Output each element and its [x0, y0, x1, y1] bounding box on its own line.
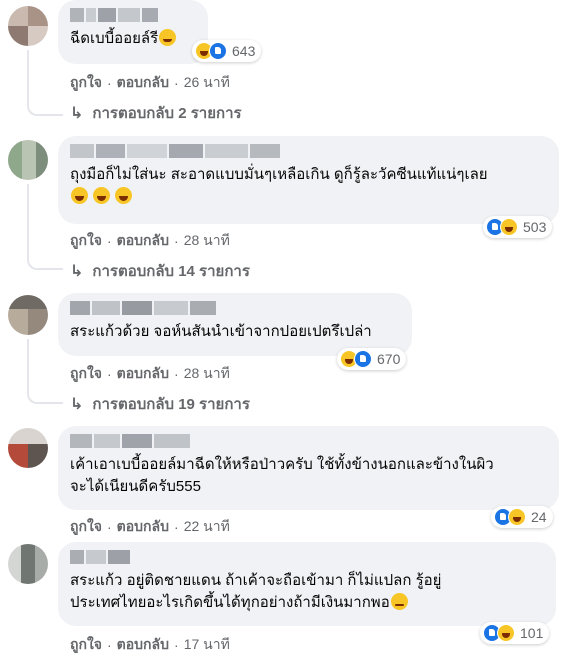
comment-bubble: สระแก้วด้วย จอห์นสันนำเข้าจากปอยเปตรึเปล…: [58, 293, 412, 356]
reply-arrow-icon: ↳: [70, 105, 84, 122]
like-button[interactable]: ถูกใจ: [70, 72, 102, 94]
reply-arrow-icon: ↳: [70, 263, 84, 280]
author-name-blurred[interactable]: [70, 301, 218, 315]
reaction-count: 643: [232, 43, 256, 59]
timestamp[interactable]: 22 นาที: [184, 516, 230, 538]
comment-bubble: ฉีดเบบี้ออยล์รี: [58, 0, 208, 64]
comment-actions: ถูกใจ · ตอบกลับ · 26 นาที: [70, 72, 230, 94]
avatar[interactable]: [8, 295, 48, 335]
comment-actions: ถูกใจ · ตอบกลับ · 17 นาที: [70, 634, 230, 656]
comment-text-line-2: จะได้เนียนดีครับ555: [70, 478, 201, 495]
author-name-blurred[interactable]: [70, 434, 190, 448]
reactions-badge[interactable]: 24: [491, 506, 553, 528]
avatar[interactable]: [8, 544, 48, 584]
author-name-blurred[interactable]: [70, 550, 132, 564]
like-button[interactable]: ถูกใจ: [70, 516, 102, 538]
reaction-count: 101: [520, 625, 544, 641]
comment-text-line-1: เค้าเอาเบบี้ออยล์มาฉีดให้หรือป่าวครับ ใช…: [70, 456, 494, 473]
comment-bubble: ถุงมือก็ไม่ใส่นะ สะอาดแบบมั่นๆเหลือเกิน …: [58, 136, 559, 224]
comment-actions: ถูกใจ · ตอบกลับ · 28 นาที: [70, 230, 230, 252]
view-replies-link[interactable]: ↳ การตอบกลับ 2 รายการ: [70, 101, 242, 125]
thread-line: [27, 50, 63, 116]
thread-line: [27, 339, 63, 404]
reaction-count: 24: [531, 509, 547, 525]
avatar[interactable]: [8, 6, 48, 46]
laughing-emoji-icon: [115, 187, 133, 204]
like-reaction-icon: [209, 42, 227, 60]
reaction-count: 503: [523, 219, 547, 235]
timestamp[interactable]: 28 นาที: [184, 363, 230, 385]
reactions-badge[interactable]: 643: [192, 40, 262, 62]
haha-reaction-icon: [500, 218, 518, 236]
comment-actions: ถูกใจ · ตอบกลับ · 28 นาที: [70, 363, 230, 385]
reply-arrow-icon: ↳: [70, 396, 84, 413]
author-name-blurred[interactable]: [70, 144, 280, 158]
emoji-row: [70, 186, 547, 208]
view-replies-link[interactable]: ↳ การตอบกลับ 19 รายการ: [70, 392, 250, 416]
reactions-badge[interactable]: 503: [483, 216, 553, 238]
like-reaction-icon: [354, 350, 372, 368]
laughing-emoji-icon: [71, 187, 88, 204]
reactions-badge[interactable]: 101: [480, 622, 550, 644]
comment-text-line-2: ประเทศไทยอะไรเกิดขึ้นได้ทุกอย่างถ้ามีเงิ…: [70, 592, 544, 614]
reply-button[interactable]: ตอบกลับ: [117, 230, 169, 252]
reaction-count: 670: [377, 351, 401, 367]
comment-actions: ถูกใจ · ตอบกลับ · 22 นาที: [70, 516, 230, 538]
haha-reaction-icon: [508, 508, 526, 526]
author-name-blurred[interactable]: [70, 8, 158, 22]
comment-text-line-1: สระแก้ว อยู่ติดชายแดน ถ้าเค้าจะถือเข้ามา…: [70, 572, 442, 589]
thread-line: [27, 184, 63, 270]
tired-emoji-icon: [390, 593, 408, 610]
reply-button[interactable]: ตอบกลับ: [117, 363, 169, 385]
comment-text: ฉีดเบบี้ออยล์รี: [70, 28, 196, 50]
like-button[interactable]: ถูกใจ: [70, 363, 102, 385]
comment-bubble: เค้าเอาเบบี้ออยล์มาฉีดให้หรือป่าวครับ ใช…: [58, 426, 559, 510]
avatar[interactable]: [8, 428, 48, 468]
like-button[interactable]: ถูกใจ: [70, 230, 102, 252]
comment-bubble: สระแก้ว อยู่ติดชายแดน ถ้าเค้าจะถือเข้ามา…: [58, 542, 556, 626]
reply-button[interactable]: ตอบกลับ: [117, 516, 169, 538]
like-button[interactable]: ถูกใจ: [70, 634, 102, 656]
haha-reaction-icon: [497, 624, 515, 642]
comment-text: สระแก้วด้วย จอห์นสันนำเข้าจากปอยเปตรึเปล…: [70, 323, 372, 340]
smile-emoji-icon: [159, 29, 177, 46]
view-replies-link[interactable]: ↳ การตอบกลับ 14 รายการ: [70, 259, 250, 283]
laughing-emoji-icon: [93, 187, 111, 204]
reply-button[interactable]: ตอบกลับ: [117, 634, 169, 656]
timestamp[interactable]: 28 นาที: [184, 230, 230, 252]
timestamp[interactable]: 17 นาที: [184, 634, 230, 656]
avatar[interactable]: [8, 140, 48, 180]
reactions-badge[interactable]: 670: [337, 348, 407, 370]
reply-button[interactable]: ตอบกลับ: [117, 72, 169, 94]
timestamp[interactable]: 26 นาที: [184, 72, 230, 94]
comment-text: ถุงมือก็ไม่ใส่นะ สะอาดแบบมั่นๆเหลือเกิน …: [70, 166, 488, 183]
